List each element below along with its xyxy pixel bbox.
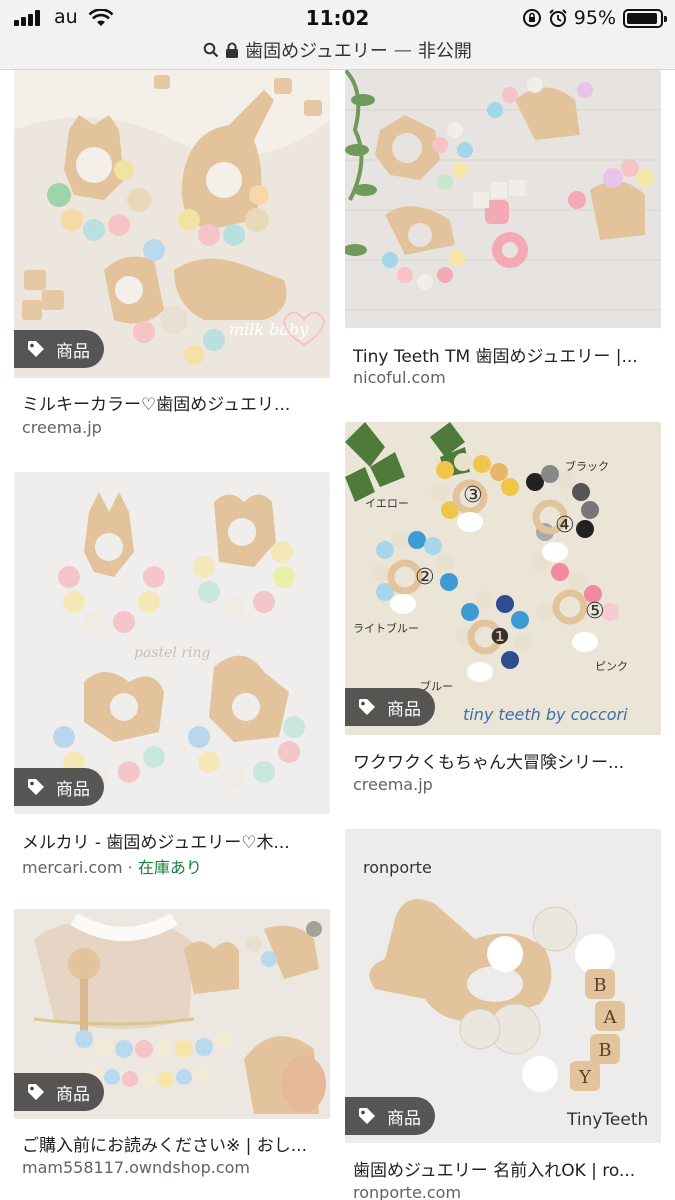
number-label: ④ [555,513,575,538]
result-title[interactable]: 歯固めジュエリー 名前入れOK | ro... [353,1156,653,1181]
result-image[interactable]: pastel ring [14,472,330,814]
result-domain: creema.jp [22,418,102,437]
bead-letter: B [598,1040,611,1061]
address-separator: — [393,39,412,61]
domain-separator: · [122,858,138,877]
color-label: ピンク [595,660,628,673]
badge-label: 商品 [56,341,90,362]
lock-icon [225,42,239,59]
number-label: ③ [463,483,483,508]
result-image[interactable] [345,70,661,328]
address-visibility: 非公開 [417,41,472,62]
number-label: ② [415,565,435,590]
search-icon [203,42,219,58]
tag-icon [26,1082,46,1102]
result-domain: mercari.com · 在庫あり [22,854,202,878]
brand-text: TinyTeeth [566,1110,648,1130]
status-bar: au 11:02 95% [0,0,675,36]
product-badge: 商品 [14,330,104,368]
product-badge: 商品 [345,688,435,726]
result-card[interactable]: milk baby 商品 ミルキーカラー♡歯固めジュエリ... creema.j… [14,70,330,440]
watermark-text: pastel ring [134,645,211,661]
result-card[interactable]: Tiny Teeth TM 歯固めジュエリー |... nicoful.com [345,70,661,400]
watermark-text: tiny teeth by coccori [463,705,628,724]
product-badge: 商品 [345,1097,435,1135]
address-query: 歯固めジュエリー [245,41,388,62]
color-label: ライトブルー [353,621,419,635]
result-title[interactable]: ミルキーカラー♡歯固めジュエリ... [22,390,322,415]
product-badge: 商品 [14,1073,104,1111]
bead-letter: Y [578,1067,592,1088]
color-label: イエロー [365,497,409,510]
result-card[interactable]: pastel ring 商品 メルカリ - 歯固めジュエリー♡木... merc… [14,472,330,882]
battery-icon [623,8,667,28]
domain-text: mercari.com [22,858,123,877]
result-card[interactable]: ronporte B A B Y TinyTeeth 商品 歯固めジュエリー 名… [345,829,661,1200]
brand-text: ronporte [363,858,432,877]
product-badge: 商品 [14,768,104,806]
alarm-icon [549,9,567,27]
address-bar[interactable]: 歯固めジュエリー — 非公開 [0,36,675,64]
result-title[interactable]: ワクワクくもちゃん大冒険シリー... [353,748,653,773]
tag-icon [357,697,377,717]
tag-icon [26,339,46,359]
result-domain: ronporte.com [353,1183,462,1200]
color-label: ブラック [565,459,609,473]
watermark-text: milk baby [229,320,309,339]
browser-top-bar: au 11:02 95% 歯固めジュエリー — 非公開 [0,0,675,70]
result-image[interactable]: ronporte B A B Y TinyTeeth [345,829,661,1143]
result-card[interactable]: イエロー ブラック ライトブルー ピンク ブルー ③ ④ ② ⑤ ❶ tiny … [345,422,661,802]
stock-status: 在庫あり [137,858,202,877]
badge-label: 商品 [56,1084,90,1105]
bead-letter: B [593,975,606,996]
result-domain: nicoful.com [353,368,446,387]
result-title[interactable]: メルカリ - 歯固めジュエリー♡木... [22,828,322,853]
number-label: ⑤ [585,599,605,624]
number-label: ❶ [490,625,510,650]
result-card[interactable]: 商品 ご購入前にお読みください※ | おし... mam558117.ownds… [14,909,330,1200]
badge-label: 商品 [387,1108,421,1129]
result-title[interactable]: Tiny Teeth TM 歯固めジュエリー |... [353,342,653,367]
rotation-lock-icon [522,9,541,27]
result-title[interactable]: ご購入前にお読みください※ | おし... [22,1131,322,1156]
battery-percent: 95% [573,7,616,29]
tag-icon [26,777,46,797]
result-domain: creema.jp [353,775,433,794]
badge-label: 商品 [387,699,421,720]
result-domain: mam558117.owndshop.com [22,1158,250,1177]
bead-letter: A [603,1007,618,1028]
badge-label: 商品 [56,779,90,800]
tag-icon [357,1106,377,1126]
